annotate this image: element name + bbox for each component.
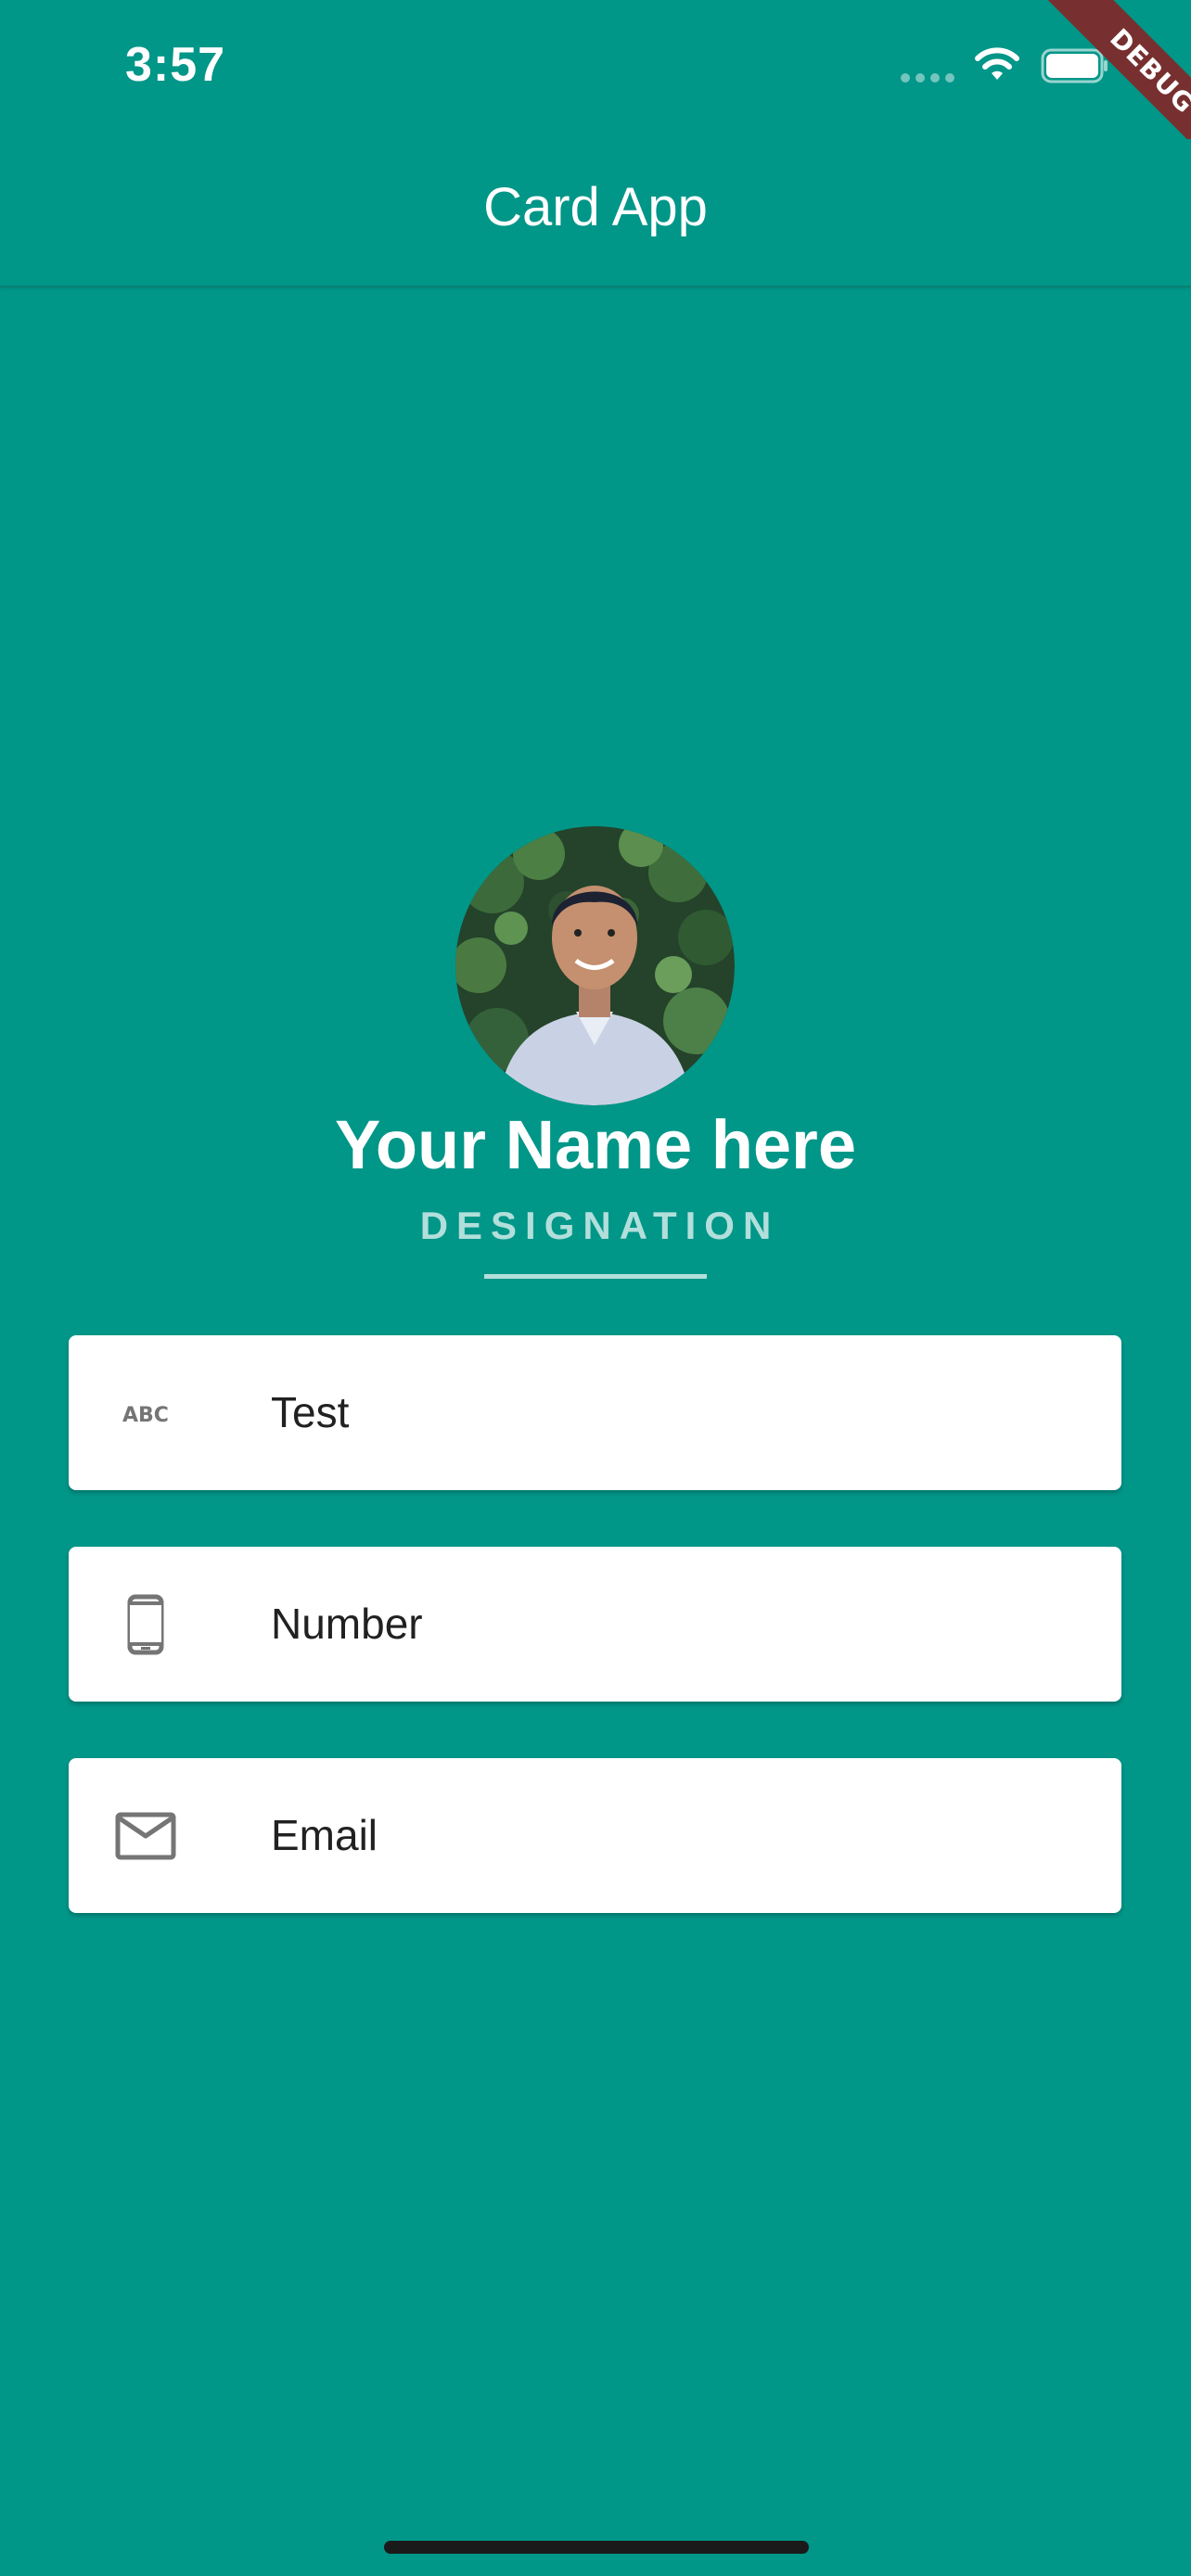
- email-card-text: Email: [271, 1811, 378, 1859]
- app-bar: Card App: [0, 139, 1191, 287]
- abc-icon: ABC: [122, 1404, 169, 1427]
- profile-avatar: [455, 826, 735, 1105]
- status-bar: 3:57: [0, 0, 1191, 139]
- email-card[interactable]: Email: [69, 1758, 1121, 1913]
- home-indicator[interactable]: [384, 2541, 809, 2554]
- profile-divider: [484, 1274, 707, 1279]
- wifi-icon: [975, 47, 1019, 80]
- number-card[interactable]: Number: [69, 1547, 1121, 1702]
- avatar-photo: [455, 826, 735, 1105]
- app-title: Card App: [483, 177, 708, 237]
- cellular-signal-icon: [901, 73, 954, 83]
- battery-icon: [1041, 48, 1108, 83]
- email-icon: [115, 1812, 176, 1859]
- test-card-text: Test: [271, 1388, 350, 1436]
- status-time: 3:57: [125, 38, 226, 92]
- phone-icon: [127, 1594, 164, 1654]
- svg-text:ABC: ABC: [122, 1404, 169, 1427]
- profile-name: Your Name here: [334, 1106, 857, 1183]
- test-card[interactable]: ABC Test: [69, 1335, 1121, 1490]
- profile-designation: DESIGNATION: [419, 1204, 780, 1247]
- number-card-text: Number: [271, 1600, 423, 1648]
